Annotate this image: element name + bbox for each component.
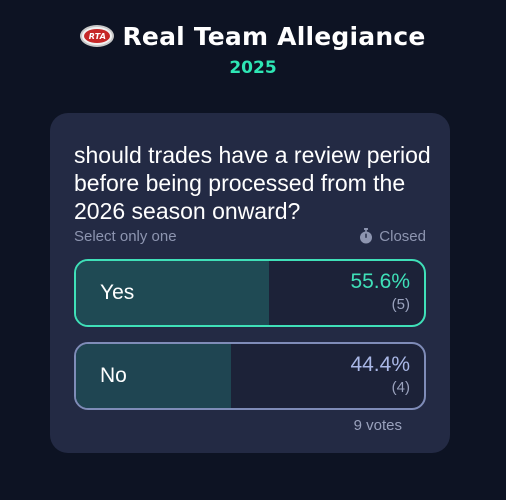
- rta-logo: RTA: [80, 25, 115, 47]
- poll-meta: Select only one Closed: [74, 225, 426, 247]
- app-header: RTA Real Team Allegiance 2025: [0, 0, 506, 110]
- option-label: Yes: [100, 281, 135, 304]
- option-percent: 44.4%: [350, 353, 410, 376]
- season-year: 2025: [229, 58, 277, 78]
- poll-instruction: Select only one: [74, 227, 177, 245]
- poll-option-yes[interactable]: Yes 55.6% (5): [74, 259, 426, 327]
- poll-card: should trades have a review period befor…: [50, 113, 450, 453]
- poll-status-label: Closed: [379, 227, 426, 245]
- option-result: 44.4% (4): [350, 352, 410, 398]
- app-title: Real Team Allegiance: [122, 21, 426, 51]
- option-percent: 55.6%: [350, 270, 410, 293]
- option-result: 55.6% (5): [350, 269, 410, 315]
- option-count: (4): [391, 379, 410, 396]
- brand-row: RTA Real Team Allegiance: [0, 14, 506, 58]
- stopwatch-icon: [359, 228, 373, 244]
- logo-text: RTA: [88, 31, 107, 41]
- poll-question: should trades have a review period befor…: [74, 142, 431, 224]
- logo-badge: RTA: [84, 29, 111, 43]
- option-label: No: [100, 364, 127, 387]
- poll-status: Closed: [359, 228, 426, 245]
- total-votes: 9 votes: [353, 417, 402, 434]
- option-count: (5): [391, 296, 410, 313]
- poll-option-no[interactable]: No 44.4% (4): [74, 342, 426, 410]
